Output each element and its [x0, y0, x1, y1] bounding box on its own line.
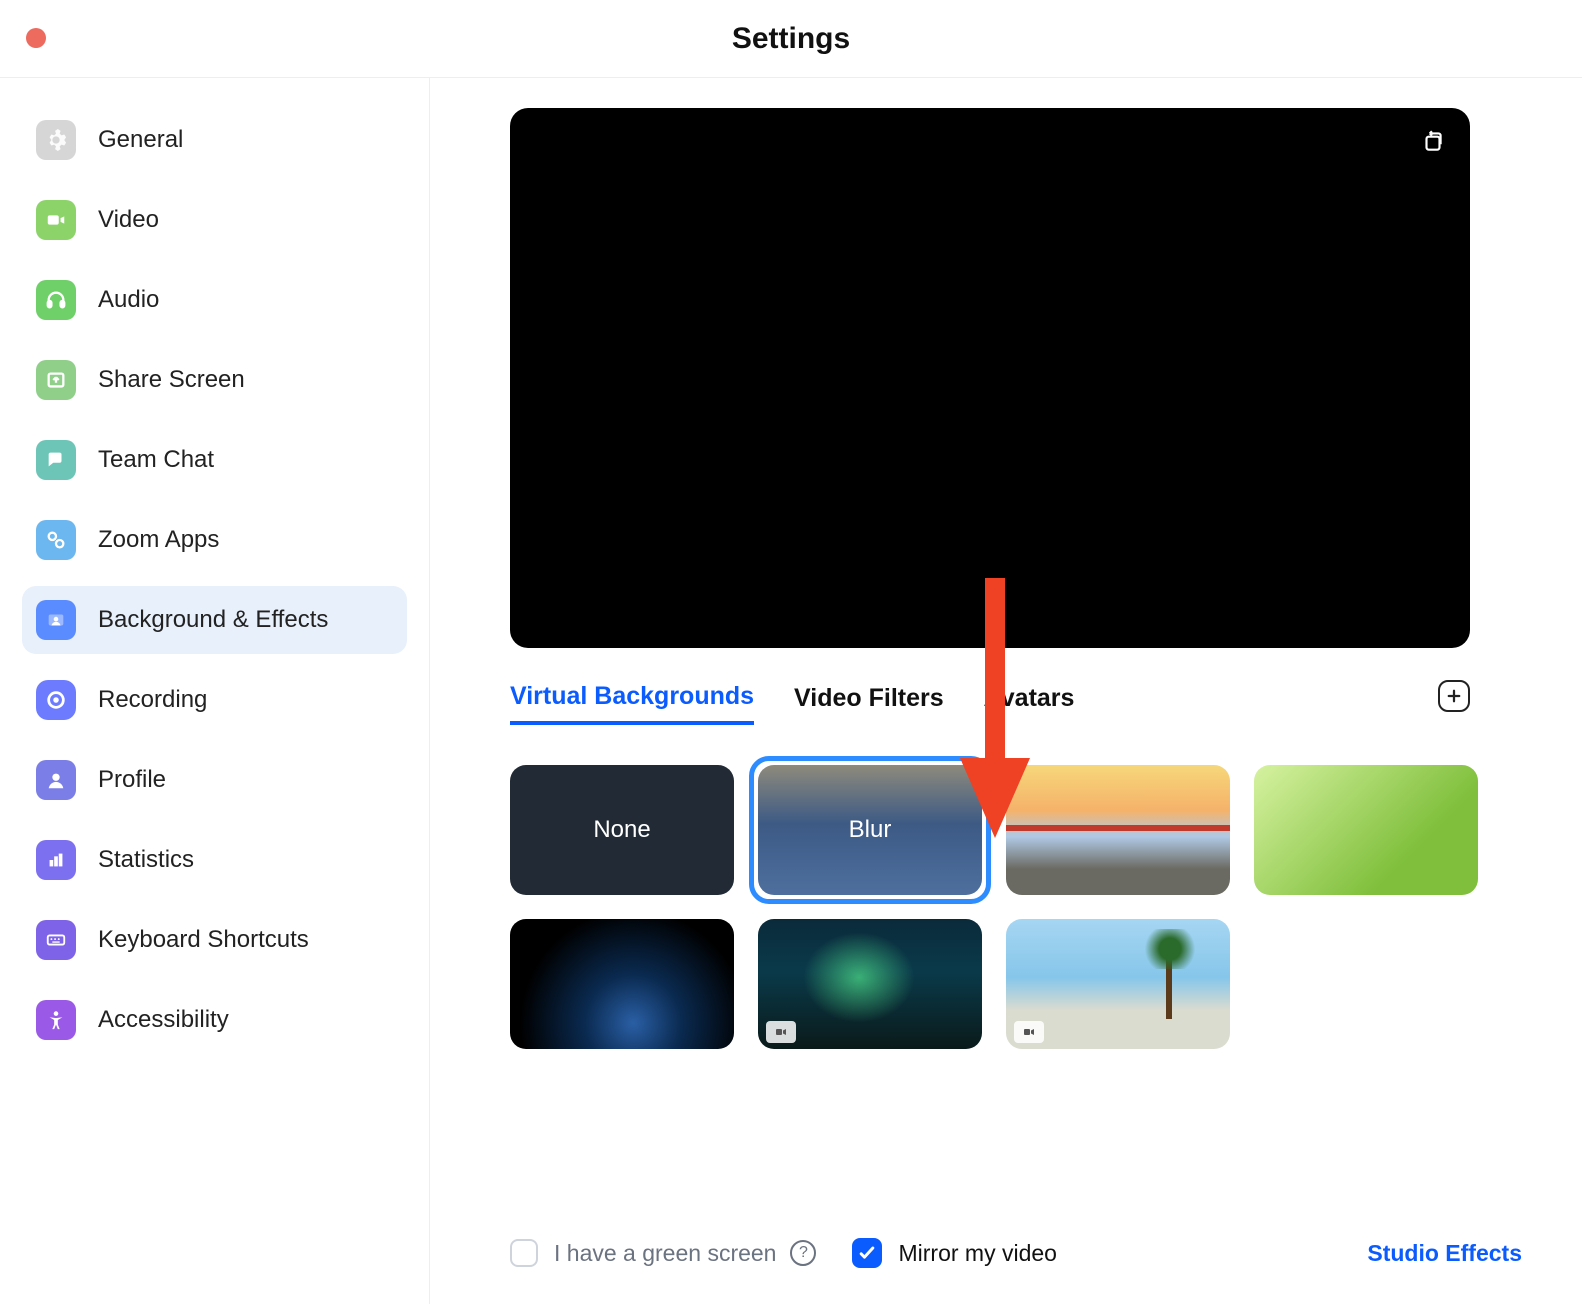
background-option-grass[interactable] [1254, 765, 1478, 895]
green-screen-help-icon[interactable]: ? [790, 1240, 816, 1266]
sidebar-item-label: Video [98, 206, 159, 234]
background-option-blur-selected[interactable]: Blur [749, 756, 991, 904]
sidebar-item-label: General [98, 126, 183, 154]
bridge-graphic [1006, 825, 1230, 831]
accessibility-icon [36, 1000, 76, 1040]
gear-icon [36, 120, 76, 160]
statistics-icon [36, 840, 76, 880]
keyboard-icon [36, 920, 76, 960]
background-option-aurora[interactable] [758, 919, 982, 1049]
sidebar-item-keyboard-shortcuts[interactable]: Keyboard Shortcuts [22, 906, 407, 974]
share-screen-icon [36, 360, 76, 400]
sidebar-item-label: Recording [98, 686, 207, 714]
video-background-badge-icon [766, 1021, 796, 1043]
background-tabs: Virtual Backgrounds Video Filters Avatar… [510, 682, 1470, 725]
sidebar-item-statistics[interactable]: Statistics [22, 826, 407, 894]
chat-icon [36, 440, 76, 480]
main-panel: Virtual Backgrounds Video Filters Avatar… [430, 78, 1582, 1304]
green-screen-checkbox[interactable] [510, 1239, 538, 1267]
sidebar-item-label: Audio [98, 286, 159, 314]
window-body: General Video Audio Share Screen Team Ch… [0, 78, 1582, 1304]
sidebar-item-team-chat[interactable]: Team Chat [22, 426, 407, 494]
video-preview [510, 108, 1470, 648]
bottom-options: I have a green screen ? Mirror my video … [510, 1238, 1522, 1268]
sidebar-item-label: Profile [98, 766, 166, 794]
sidebar-item-label: Share Screen [98, 366, 245, 394]
tab-virtual-backgrounds[interactable]: Virtual Backgrounds [510, 682, 754, 725]
studio-effects-link[interactable]: Studio Effects [1367, 1240, 1522, 1267]
sidebar-item-recording[interactable]: Recording [22, 666, 407, 734]
sidebar-item-profile[interactable]: Profile [22, 746, 407, 814]
tab-video-filters[interactable]: Video Filters [794, 684, 944, 723]
background-option-none[interactable]: None [510, 765, 734, 895]
headphones-icon [36, 280, 76, 320]
sidebar-item-label: Zoom Apps [98, 526, 219, 554]
window-title: Settings [732, 22, 850, 56]
titlebar: Settings [0, 0, 1582, 78]
green-screen-label: I have a green screen [554, 1240, 776, 1267]
sidebar-item-general[interactable]: General [22, 106, 407, 174]
apps-icon [36, 520, 76, 560]
palm-graphic [1140, 929, 1200, 1019]
background-option-golden-gate[interactable] [1006, 765, 1230, 895]
sidebar: General Video Audio Share Screen Team Ch… [0, 78, 430, 1304]
window-close-button[interactable] [26, 28, 46, 48]
video-background-badge-icon [1014, 1021, 1044, 1043]
background-label: None [593, 816, 650, 844]
sidebar-item-zoom-apps[interactable]: Zoom Apps [22, 506, 407, 574]
recording-icon [36, 680, 76, 720]
sidebar-item-label: Accessibility [98, 1006, 229, 1034]
sidebar-item-accessibility[interactable]: Accessibility [22, 986, 407, 1054]
profile-icon [36, 760, 76, 800]
mirror-video-checkbox[interactable] [852, 1238, 882, 1268]
video-camera-icon [36, 200, 76, 240]
add-background-button[interactable] [1438, 680, 1470, 712]
background-option-beach[interactable] [1006, 919, 1230, 1049]
background-grid: None Blur [510, 765, 1532, 1049]
sidebar-item-share-screen[interactable]: Share Screen [22, 346, 407, 414]
sidebar-item-label: Background & Effects [98, 606, 328, 634]
tab-avatars[interactable]: Avatars [984, 684, 1075, 723]
sidebar-item-audio[interactable]: Audio [22, 266, 407, 334]
sidebar-item-label: Team Chat [98, 446, 214, 474]
rotate-preview-button[interactable] [1416, 124, 1450, 158]
sidebar-item-background-effects[interactable]: Background & Effects [22, 586, 407, 654]
sidebar-item-label: Statistics [98, 846, 194, 874]
mirror-video-label: Mirror my video [898, 1240, 1056, 1267]
sidebar-item-label: Keyboard Shortcuts [98, 926, 309, 954]
background-option-earth[interactable] [510, 919, 734, 1049]
background-icon [36, 600, 76, 640]
sidebar-item-video[interactable]: Video [22, 186, 407, 254]
background-label: Blur [849, 816, 892, 844]
